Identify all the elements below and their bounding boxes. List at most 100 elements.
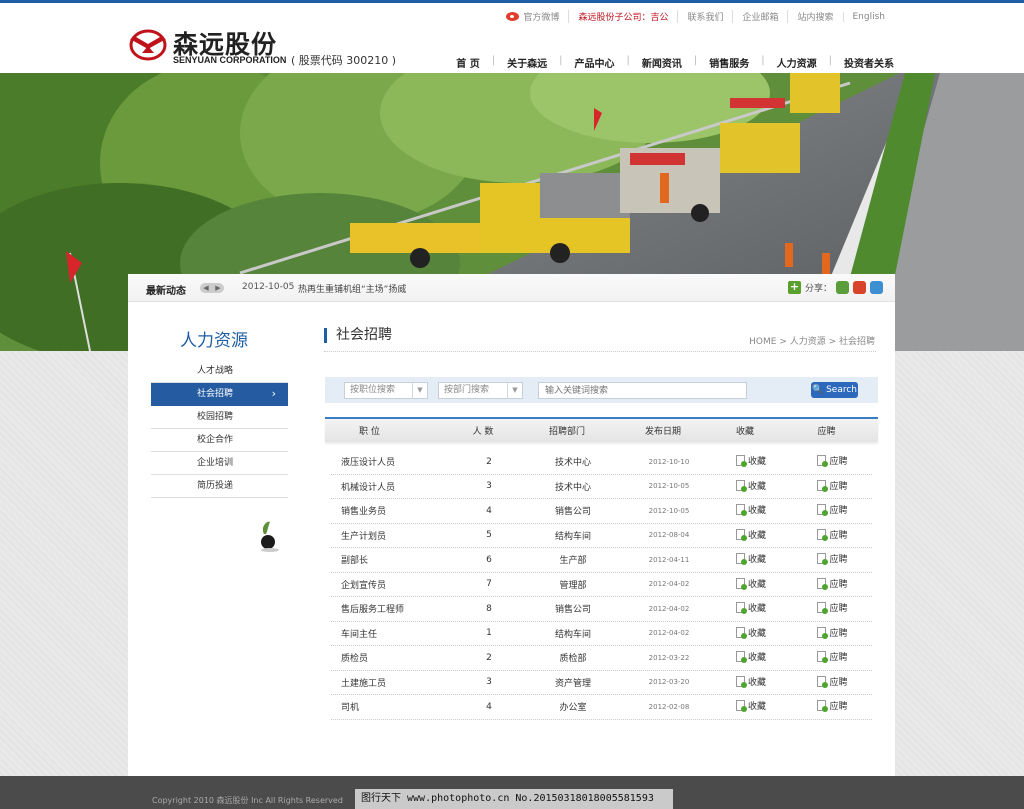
favorite-button[interactable]: 收藏	[735, 675, 766, 688]
share-label: 分享：	[804, 284, 832, 294]
nav-home[interactable]: 首 页	[444, 55, 491, 70]
ticker-date: 2012-10-05	[242, 282, 295, 292]
apply-doc-icon	[817, 528, 829, 541]
job-date: 2012-03-20	[648, 678, 690, 687]
col-header-position: 职 位	[359, 427, 380, 437]
job-title[interactable]: 机械设计人员	[331, 480, 461, 493]
apply-button[interactable]: 应聘	[817, 552, 848, 566]
job-title[interactable]: 销售业务员	[331, 504, 461, 517]
job-title[interactable]: 液压设计人员	[331, 455, 461, 468]
weibo-icon	[506, 12, 520, 21]
nav-hr[interactable]: 人力资源	[765, 55, 829, 70]
site-search-link[interactable]: 站内搜索	[787, 10, 842, 23]
apply-doc-icon	[817, 700, 829, 713]
share-qzone-icon[interactable]	[836, 281, 849, 294]
favorite-button[interactable]: 收藏	[735, 454, 766, 468]
table-row: 车间主任 1 结构车间 2012-04-02 收藏 应聘	[331, 622, 872, 646]
subsidiary-link[interactable]: 森远股份子公司：吉公	[568, 10, 677, 23]
company-logo[interactable]: 森远股份 SENYUAN CORPORATION ( 股票代码 300210 )	[128, 25, 408, 71]
apply-button[interactable]: 应聘	[817, 699, 848, 713]
sidebar-item-campus-recruitment[interactable]: 校园招聘	[151, 406, 288, 429]
logo-emblem-icon	[129, 29, 167, 61]
favorite-button[interactable]: 收藏	[735, 601, 766, 615]
job-title[interactable]: 质检员	[331, 651, 461, 664]
favorite-button[interactable]: 收藏	[735, 577, 766, 590]
col-header-favorite: 收藏	[735, 427, 754, 437]
sidebar-item-social-recruitment[interactable]: 社会招聘	[151, 383, 288, 406]
job-title[interactable]: 车间主任	[331, 627, 461, 640]
english-link[interactable]: English	[842, 11, 895, 22]
job-title[interactable]: 售后服务工程师	[331, 602, 461, 615]
share-plus-icon[interactable]: +	[787, 281, 801, 294]
breadcrumb[interactable]: HOME > 人力资源 > 社会招聘	[749, 334, 875, 347]
favorite-button[interactable]: 收藏	[735, 552, 766, 566]
nav-products[interactable]: 产品中心	[563, 55, 627, 70]
job-count: 2	[486, 456, 492, 467]
watermark-text: 图行天下 www.photophoto.cn No.20150318018005…	[355, 789, 673, 809]
apply-button[interactable]: 应聘	[817, 601, 848, 615]
nav-sales-service[interactable]: 销售服务	[697, 55, 761, 70]
ticker-headline[interactable]: 热再生重铺机组“主场”扬威	[298, 282, 406, 295]
sidebar-item-school-cooperation[interactable]: 校企合作	[151, 429, 288, 452]
sidebar-item-talent-strategy[interactable]: 人才战略	[151, 360, 288, 383]
apply-button[interactable]: 应聘	[817, 454, 848, 468]
job-department: 结构车间	[554, 629, 591, 640]
ticker-arrows[interactable]: ◀ ▶	[200, 283, 224, 293]
favorite-doc-icon	[735, 675, 747, 688]
job-date: 2012-10-05	[648, 506, 690, 515]
col-header-apply: 应聘	[817, 427, 836, 437]
search-button[interactable]: 🔍 Search	[811, 382, 858, 398]
table-row: 售后服务工程师 8 销售公司 2012-04-02 收藏 应聘	[331, 597, 872, 622]
job-count: 3	[486, 481, 492, 492]
job-count: 3	[486, 677, 492, 688]
next-arrow-icon[interactable]: ▶	[215, 284, 220, 292]
share-tencent-icon[interactable]	[870, 281, 883, 294]
favorite-doc-icon	[735, 504, 747, 517]
apply-button[interactable]: 应聘	[817, 479, 848, 492]
apply-button[interactable]: 应聘	[817, 626, 848, 639]
job-title[interactable]: 司机	[331, 700, 461, 713]
favorite-button[interactable]: 收藏	[735, 699, 766, 713]
favorite-doc-icon	[735, 528, 747, 541]
nav-news[interactable]: 新闻资讯	[630, 55, 694, 70]
contact-link[interactable]: 联系我们	[677, 10, 732, 23]
apply-button[interactable]: 应聘	[817, 528, 848, 541]
job-count: 8	[486, 603, 492, 614]
keyword-search-input[interactable]	[538, 382, 747, 399]
company-mail-link[interactable]: 企业邮箱	[732, 10, 787, 23]
prev-arrow-icon[interactable]: ◀	[203, 284, 208, 292]
nav-about[interactable]: 关于森远	[495, 55, 559, 70]
apply-button[interactable]: 应聘	[817, 503, 848, 517]
search-icon: 🔍	[811, 385, 824, 395]
weibo-link[interactable]: 官方微博	[497, 10, 568, 23]
favorite-button[interactable]: 收藏	[735, 650, 766, 664]
share-weibo-icon[interactable]	[853, 281, 866, 294]
favorite-button[interactable]: 收藏	[735, 503, 766, 517]
apply-button[interactable]: 应聘	[817, 675, 848, 688]
table-row: 机械设计人员 3 技术中心 2012-10-05 收藏 应聘	[331, 475, 872, 499]
sidebar-menu: 人才战略 社会招聘 校园招聘 校企合作 企业培训 简历投递	[151, 360, 288, 498]
table-row: 液压设计人员 2 技术中心 2012-10-10 收藏 应聘	[331, 450, 872, 475]
stock-code: ( 股票代码 300210 )	[291, 54, 397, 67]
job-title[interactable]: 生产计划员	[331, 529, 461, 542]
job-department: 生产部	[559, 556, 587, 567]
favorite-doc-icon	[735, 602, 747, 615]
sidebar-item-training[interactable]: 企业培训	[151, 452, 288, 475]
search-bar: 按职位搜索 ▼ 按部门搜索 ▼ 🔍 Search	[325, 377, 878, 403]
favorite-button[interactable]: 收藏	[735, 528, 766, 541]
department-select[interactable]: 按部门搜索 ▼	[438, 382, 523, 399]
sidebar-title: 人力资源	[180, 331, 248, 351]
sidebar-item-resume-submit[interactable]: 简历投递	[151, 475, 288, 498]
job-title[interactable]: 企划宣传员	[331, 578, 461, 591]
job-title[interactable]: 土建施工员	[331, 676, 461, 689]
apply-doc-icon	[817, 626, 829, 639]
apply-button[interactable]: 应聘	[817, 577, 848, 590]
job-department: 资产管理	[554, 678, 591, 689]
favorite-button[interactable]: 收藏	[735, 479, 766, 492]
nav-investors[interactable]: 投资者关系	[832, 55, 894, 70]
favorite-button[interactable]: 收藏	[735, 626, 766, 639]
job-title[interactable]: 副部长	[331, 553, 461, 566]
position-select[interactable]: 按职位搜索 ▼	[344, 382, 428, 399]
apply-button[interactable]: 应聘	[817, 650, 848, 664]
copyright-text: Copyright 2010 森远股份 Inc All Rights Reser…	[152, 796, 343, 805]
